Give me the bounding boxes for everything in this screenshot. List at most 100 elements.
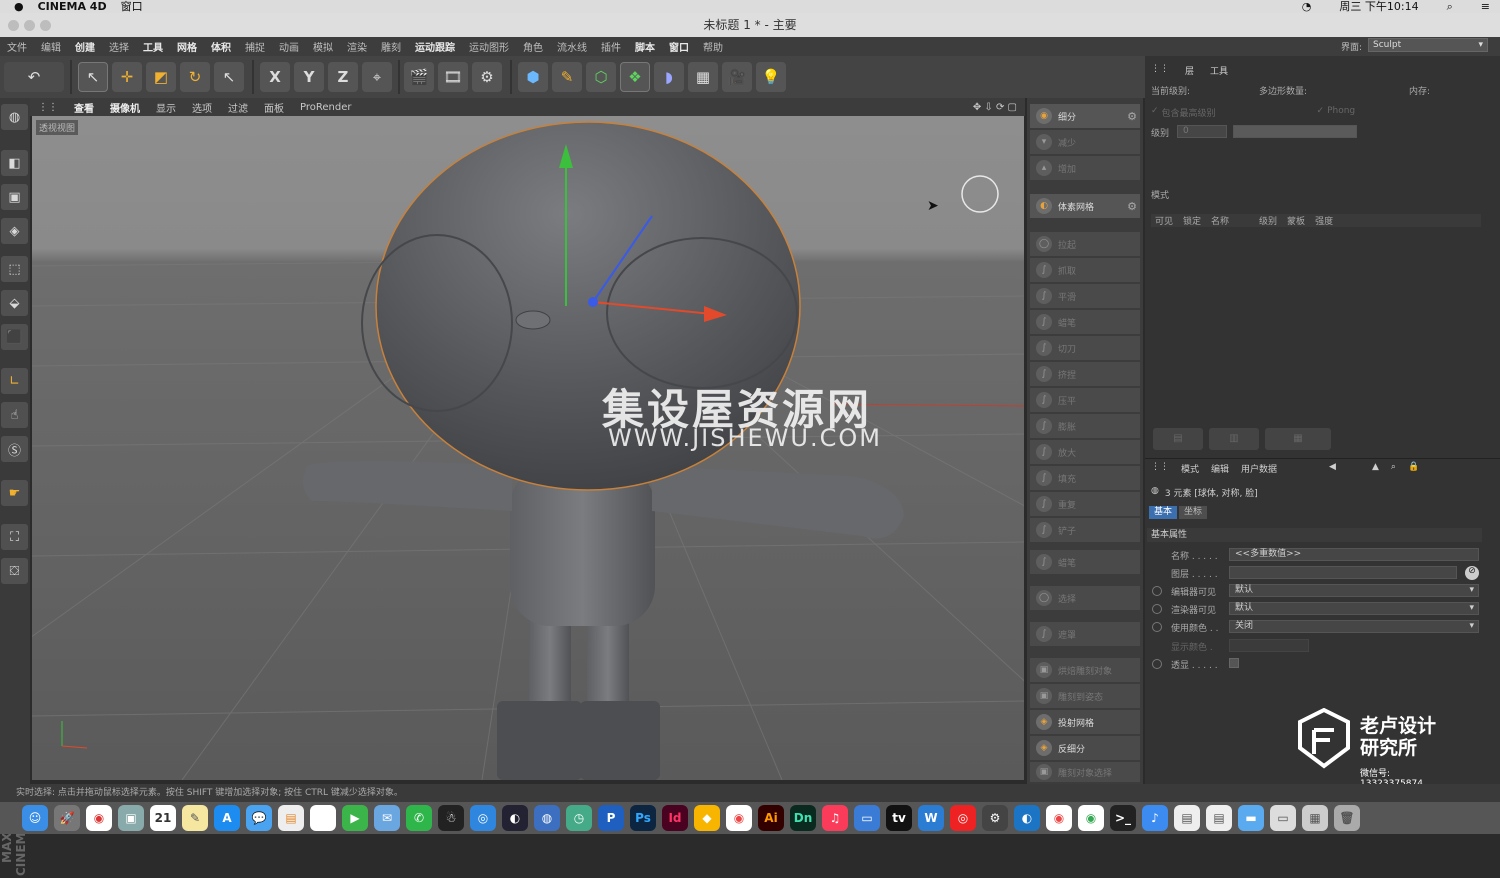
- sculpt-amplify-button[interactable]: ∫ 放大: [1030, 440, 1140, 464]
- attr-menu-edit[interactable]: 编辑: [1211, 462, 1229, 475]
- array-icon[interactable]: ❖: [620, 62, 650, 92]
- coord-icon[interactable]: ⌖: [362, 62, 392, 92]
- xray-checkbox[interactable]: [1229, 658, 1239, 668]
- list-icon[interactable]: ≡: [1481, 0, 1490, 13]
- clock[interactable]: 周三 下午10:14: [1339, 0, 1418, 13]
- menu-file[interactable]: 文件: [0, 39, 34, 54]
- model-mode-icon[interactable]: ◧: [1, 150, 28, 176]
- sculpt-inflate-button[interactable]: ∫ 膨胀: [1030, 414, 1140, 438]
- level-slider[interactable]: [1233, 125, 1357, 138]
- z-axis-icon[interactable]: Z: [328, 62, 358, 92]
- up-arrow-icon[interactable]: ▲: [1372, 462, 1379, 475]
- render-visible-radio[interactable]: [1152, 604, 1162, 614]
- tab-tools[interactable]: 工具: [1210, 64, 1228, 77]
- undo-icon[interactable]: ↶: [4, 62, 64, 92]
- menu-create[interactable]: 创建: [68, 39, 102, 54]
- menu-select[interactable]: 选择: [102, 39, 136, 54]
- trash-icon[interactable]: 🗑: [1334, 805, 1360, 831]
- notes-icon[interactable]: ✎: [182, 805, 208, 831]
- sculpt-fill-button[interactable]: ∫ 填充: [1030, 466, 1140, 490]
- layout-select[interactable]: Sculpt ▾: [1368, 38, 1488, 52]
- rotate-icon[interactable]: ↻: [180, 62, 210, 92]
- texture-mode-icon[interactable]: ▣: [1, 184, 28, 210]
- menu-sculpt[interactable]: 雕刻: [374, 39, 408, 54]
- point-mode-icon[interactable]: ⬚: [1, 256, 28, 282]
- menu-motion-tracking[interactable]: 运动跟踪: [408, 39, 462, 54]
- render-picture-icon[interactable]: 🎞: [438, 62, 468, 92]
- netease-music-icon[interactable]: ◎: [950, 805, 976, 831]
- menu-volume[interactable]: 体积: [204, 39, 238, 54]
- tab-basic[interactable]: 基本: [1149, 506, 1178, 519]
- attr-menu-userdata[interactable]: 用户数据: [1241, 462, 1277, 475]
- render-visible-select[interactable]: 默认 ▾: [1229, 602, 1479, 615]
- zoom-button[interactable]: [40, 20, 51, 31]
- menu-snap[interactable]: 捕捉: [238, 39, 272, 54]
- app-menu[interactable]: CINEMA 4D: [38, 0, 107, 13]
- dimension-icon[interactable]: Dn: [790, 805, 816, 831]
- sculpt-wax2-button[interactable]: ∫ 蜡笔: [1030, 550, 1140, 574]
- photos-icon[interactable]: ✿: [310, 805, 336, 831]
- move-icon[interactable]: ✛: [112, 62, 142, 92]
- menu-render[interactable]: 渲染: [340, 39, 374, 54]
- feishu-icon[interactable]: ♪: [1142, 805, 1168, 831]
- x-axis-icon[interactable]: X: [260, 62, 290, 92]
- sculpt-knife-button[interactable]: ∫ 切刀: [1030, 336, 1140, 360]
- back-arrow-icon[interactable]: ◀: [1329, 462, 1336, 475]
- col-mask[interactable]: 蒙板: [1287, 214, 1305, 227]
- browser-icon[interactable]: ◐: [502, 805, 528, 831]
- music-icon[interactable]: ♫: [822, 805, 848, 831]
- sculpt-flatten-button[interactable]: ∫ 压平: [1030, 388, 1140, 412]
- sculpt-shovel-button[interactable]: ∫ 铲子: [1030, 518, 1140, 542]
- close-button[interactable]: [8, 20, 19, 31]
- render-settings-icon[interactable]: ⚙: [472, 62, 502, 92]
- sculpt-pinch-button[interactable]: ∫ 挤捏: [1030, 362, 1140, 386]
- sculpt-select-button[interactable]: ◯ 选择: [1030, 586, 1140, 610]
- attr-layer-field[interactable]: [1229, 566, 1457, 579]
- sketch-icon[interactable]: ◆: [694, 805, 720, 831]
- safari-icon[interactable]: ◎: [470, 805, 496, 831]
- menu-tools[interactable]: 工具: [136, 39, 170, 54]
- qq-icon[interactable]: ☃: [438, 805, 464, 831]
- proxy-icon[interactable]: ◷: [566, 805, 592, 831]
- sculpt-repeat-button[interactable]: ∫ 重复: [1030, 492, 1140, 516]
- document2-icon[interactable]: ▤: [1206, 805, 1232, 831]
- wechat-icon[interactable]: ✆: [406, 805, 432, 831]
- menu-script[interactable]: 脚本: [628, 39, 662, 54]
- vpn-icon[interactable]: ◐: [1014, 805, 1040, 831]
- menu-plugins[interactable]: 插件: [594, 39, 628, 54]
- add-layer-icon[interactable]: ▤: [1153, 428, 1203, 450]
- indesign-icon[interactable]: Id: [662, 805, 688, 831]
- messages-icon[interactable]: 💬: [246, 805, 272, 831]
- pen-icon[interactable]: ✎: [552, 62, 582, 92]
- perspective-viewport[interactable]: 透视视图 集设屋资源网 WWW.JISHEWU.COM ➤: [32, 116, 1024, 780]
- delete-layer-icon[interactable]: ▦: [1265, 428, 1331, 450]
- menu-mesh[interactable]: 网格: [170, 39, 204, 54]
- sculpt-grab-button[interactable]: ∫ 抓取: [1030, 258, 1140, 282]
- sculpt-smooth-button[interactable]: ∫ 平滑: [1030, 284, 1140, 308]
- menu-mograph[interactable]: 运动图形: [462, 39, 516, 54]
- floor-icon[interactable]: ▦: [688, 62, 718, 92]
- edge-mode-icon[interactable]: ⬙: [1, 290, 28, 316]
- settings-app-icon[interactable]: ⚙: [982, 805, 1008, 831]
- p-app-icon[interactable]: P: [598, 805, 624, 831]
- chrome4-icon[interactable]: ◉: [1078, 805, 1104, 831]
- add-folder-icon[interactable]: ▥: [1209, 428, 1259, 450]
- dock-stack-icon[interactable]: ▦: [1302, 805, 1328, 831]
- live-select-icon[interactable]: ↖: [78, 62, 108, 92]
- finder-icon[interactable]: ☺: [22, 805, 48, 831]
- sculpt-subdivide-button[interactable]: ◉ 细分 ⚙: [1030, 104, 1140, 128]
- preview-icon[interactable]: ▣: [118, 805, 144, 831]
- col-level[interactable]: 级别: [1259, 214, 1277, 227]
- menu-help[interactable]: 帮助: [696, 39, 730, 54]
- launchpad-icon[interactable]: 🚀: [54, 805, 80, 831]
- col-name[interactable]: 名称: [1211, 214, 1249, 227]
- render-view-icon[interactable]: 🎬: [404, 62, 434, 92]
- photoshop-icon[interactable]: Ps: [630, 805, 656, 831]
- vp-menu-options[interactable]: 选项: [184, 100, 220, 115]
- phong-checkbox[interactable]: ✓: [1317, 106, 1325, 119]
- xray-radio[interactable]: [1152, 659, 1162, 669]
- editor-visible-select[interactable]: 默认 ▾: [1229, 584, 1479, 597]
- chrome3-icon[interactable]: ◉: [1046, 805, 1072, 831]
- facetime-icon[interactable]: ▶: [342, 805, 368, 831]
- word-icon[interactable]: W: [918, 805, 944, 831]
